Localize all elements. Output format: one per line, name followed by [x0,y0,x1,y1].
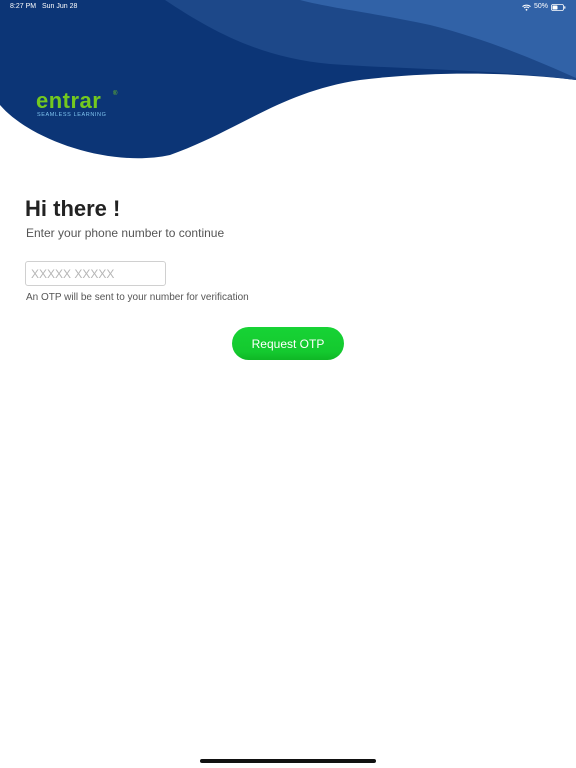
battery-fill [552,5,558,9]
login-screen: 8:27 PM Sun Jun 28 50% entrar ® SEAMLESS… [0,0,576,768]
entrar-logo: entrar ® SEAMLESS LEARNING [36,88,117,119]
otp-note: An OTP will be sent to your number for v… [26,292,249,303]
wifi-icon [522,4,531,11]
status-date: Sun Jun 28 [42,3,78,10]
request-otp-button[interactable]: Request OTP [232,327,344,360]
logo-tagline: SEAMLESS LEARNING [37,112,107,118]
logo-wordmark: entrar [36,88,102,113]
status-bar: 8:27 PM Sun Jun 28 50% [0,0,576,14]
greeting-heading: Hi there ! [25,196,121,221]
header-wave-background [0,0,576,170]
status-time: 8:27 PM [10,3,37,10]
battery-percent: 50% [533,3,548,10]
home-indicator [200,759,376,763]
battery-icon [551,3,566,11]
status-indicators: 50% [522,0,566,14]
registered-mark: ® [113,91,118,97]
phone-number-input[interactable] [25,261,166,286]
greeting-subtitle: Enter your phone number to continue [26,226,225,240]
